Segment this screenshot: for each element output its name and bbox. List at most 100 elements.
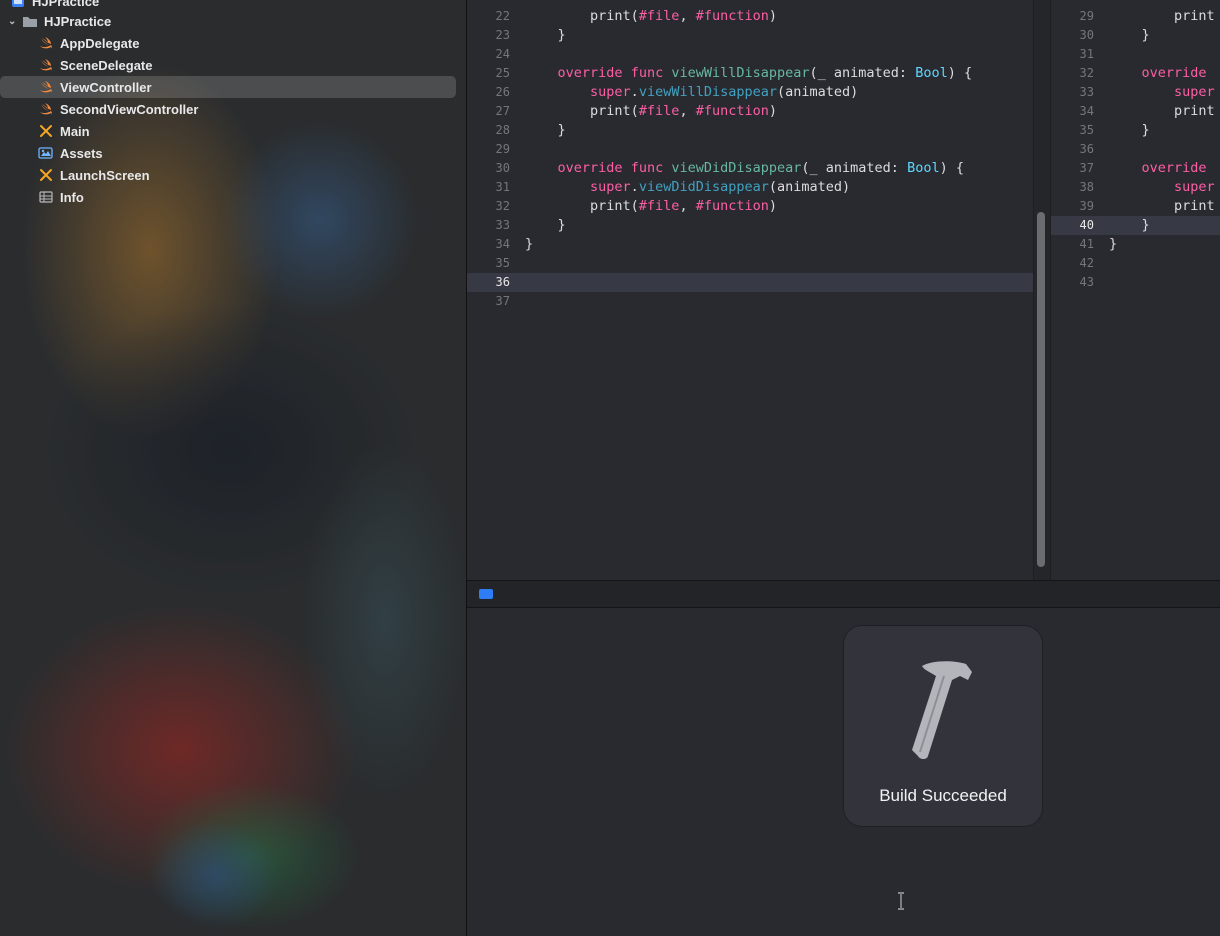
code-line[interactable]: 43 [1051,273,1220,292]
line-number: 29 [1079,9,1094,23]
code-line[interactable]: 35 } [1051,121,1220,140]
code-text: } [1109,27,1150,43]
line-number: 40 [1079,218,1094,232]
code-line[interactable]: 37 override [1051,159,1220,178]
navigator-item-label: Main [60,123,90,139]
line-number: 26 [495,85,510,99]
code-line[interactable]: 29 print [1051,7,1220,26]
navigator-item-label: LaunchScreen [60,167,150,183]
code-text: print [1109,8,1215,24]
navigator-item-launchscreen[interactable]: LaunchScreen [0,164,456,186]
source-editor-primary[interactable]: 22 print(#file, #function) 23 } 24 25 overr… [467,0,1033,580]
code-text: print(#file, #function) [525,198,777,214]
line-number: 23 [495,28,510,42]
code-line[interactable]: 34 print [1051,102,1220,121]
line-number: 25 [495,66,510,80]
plist-icon [38,189,54,205]
chevron-down-icon[interactable]: ⌄ [8,16,22,27]
code-text: } [1109,236,1118,252]
code-text: super [1174,84,1215,100]
code-line[interactable]: 38 super [1051,178,1220,197]
code-line[interactable]: 30 } [1051,26,1220,45]
code-text: print [1109,103,1215,119]
code-line[interactable]: 31 [1051,45,1220,64]
project-name: HJPractice [32,0,100,9]
group-name: HJPractice [44,13,112,29]
code-line[interactable]: 29 [467,140,1033,159]
code-text: } [1109,217,1150,233]
code-line[interactable]: 33 super [1051,83,1220,102]
code-text: print [1109,198,1215,214]
code-line[interactable]: 24 [467,45,1033,64]
code-line[interactable]: 36 [1051,140,1220,159]
navigator-item-main[interactable]: Main [0,120,456,142]
tree-group-row[interactable]: ⌄ HJPractice [0,10,464,32]
folder-icon [22,13,38,29]
code-line[interactable]: 31 super.viewDidDisappear(animated) [467,178,1033,197]
navigator-item-viewcontroller[interactable]: ViewController [0,76,456,98]
code-text: super.viewWillDisappear(animated) [590,84,859,100]
line-number: 38 [1079,180,1094,194]
swift-file-icon [38,57,54,73]
code-line[interactable]: 33 } [467,216,1033,235]
code-line[interactable]: 36 [467,273,1033,292]
line-number: 31 [495,180,510,194]
code-text: } [525,27,566,43]
swift-file-icon [38,101,54,117]
code-text: override func viewWillDisappear(_ animat… [557,65,973,81]
code-line[interactable]: 35 [467,254,1033,273]
line-number: 39 [1079,199,1094,213]
source-editor-secondary[interactable]: 29 print 30 } 31 32 override 33 super 34 prin… [1051,0,1220,580]
line-number: 31 [1079,47,1094,61]
code-text: override [1141,65,1207,81]
navigator-item-label: Assets [60,145,103,161]
line-number: 33 [495,218,510,232]
line-number: 24 [495,47,510,61]
code-line[interactable]: 41} [1051,235,1220,254]
code-line[interactable]: 39 print [1051,197,1220,216]
storyboard-icon [38,167,54,183]
line-number: 32 [1079,66,1094,80]
code-line[interactable]: 25 override func viewWillDisappear(_ ani… [467,64,1033,83]
code-line[interactable]: 40 } [1051,216,1220,235]
code-text: print(#file, #function) [525,103,777,119]
code-line[interactable]: 28 } [467,121,1033,140]
code-line[interactable]: 32 override [1051,64,1220,83]
line-number: 30 [495,161,510,175]
code-line[interactable]: 23 } [467,26,1033,45]
code-line[interactable]: 37 [467,292,1033,311]
code-text: } [525,236,534,252]
code-line[interactable]: 30 override func viewDidDisappear(_ anim… [467,159,1033,178]
line-number: 30 [1079,28,1094,42]
code-line[interactable]: 32 print(#file, #function) [467,197,1033,216]
code-line[interactable]: 27 print(#file, #function) [467,102,1033,121]
navigator-item-label: Info [60,189,84,205]
code-line[interactable]: 34} [467,235,1033,254]
storyboard-icon [38,123,54,139]
code-line[interactable]: 26 super.viewWillDisappear(animated) [467,83,1033,102]
code-text: super.viewDidDisappear(animated) [590,179,851,195]
debug-area-toggle-icon[interactable] [479,589,493,599]
code-text: } [1109,122,1150,138]
navigator-item-label: SceneDelegate [60,57,153,73]
editor-scrollbar[interactable] [1037,212,1045,567]
navigator-item-scenedelegate[interactable]: SceneDelegate [0,54,456,76]
code-text: override [1141,160,1207,176]
code-text: } [525,217,566,233]
line-number: 43 [1079,275,1094,289]
debug-bar [467,580,1220,608]
navigator-item-assets[interactable]: Assets [0,142,456,164]
line-number: 35 [495,256,510,270]
navigator-item-info[interactable]: Info [0,186,456,208]
code-text: print(#file, #function) [525,8,777,24]
code-text: override func viewDidDisappear(_ animate… [557,160,964,176]
xcode-project-icon [10,0,26,9]
code-line[interactable]: 42 [1051,254,1220,273]
navigator-item-label: AppDelegate [60,35,140,51]
navigator-item-secondviewcontroller[interactable]: SecondViewController [0,98,456,120]
code-line[interactable]: 22 print(#file, #function) [467,7,1033,26]
navigator-item-appdelegate[interactable]: AppDelegate [0,32,456,54]
navigator-item-label: SecondViewController [60,101,199,117]
line-number: 33 [1079,85,1094,99]
code-text: } [525,122,566,138]
